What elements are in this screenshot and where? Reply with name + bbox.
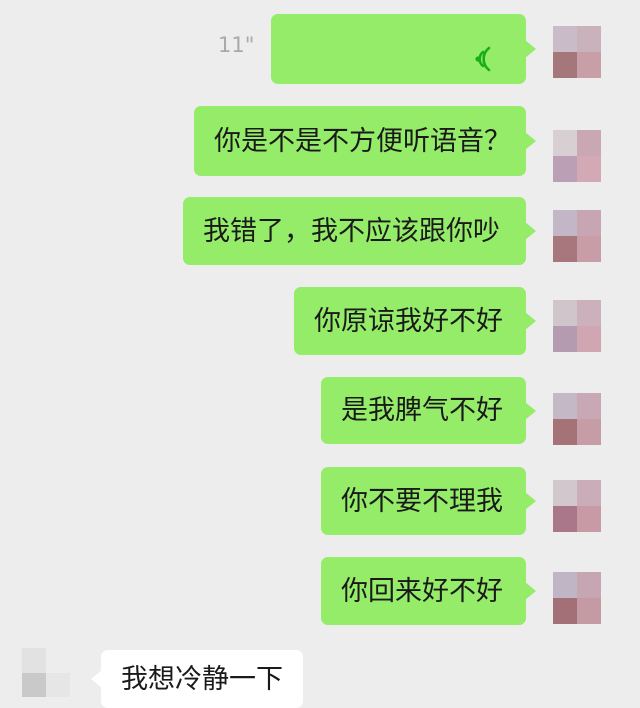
message-bubble[interactable]: 你回来好不好 [321,557,536,625]
voice-duration: 11" [218,33,255,57]
message-bubble[interactable]: 你是不是不方便听语音？ [194,106,536,176]
message-bubble[interactable]: 你原谅我好不好 [294,287,536,355]
chat-window: 11" 你是不是不方便听语音？ 我错了，我不应该跟你吵 你原谅我好不好 是我脾气… [0,0,640,708]
avatar-self[interactable] [553,130,601,182]
avatar-self[interactable] [553,26,601,78]
avatar-self[interactable] [553,393,601,445]
avatar-self[interactable] [553,480,601,532]
avatar-self[interactable] [553,300,601,352]
avatar-self[interactable] [553,572,601,624]
message-row-voice: 11" [0,0,640,90]
message-bubble[interactable]: 你不要不理我 [321,467,536,535]
voice-wave-icon [475,46,491,72]
message-bubble[interactable]: 是我脾气不好 [321,377,536,444]
message-bubble[interactable]: 我错了，我不应该跟你吵 [183,197,536,265]
received-message-bubble[interactable]: 我想冷静一下 [91,650,303,708]
avatar-self[interactable] [553,210,601,262]
voice-message-bubble[interactable] [271,14,536,84]
avatar-contact[interactable] [22,648,70,697]
